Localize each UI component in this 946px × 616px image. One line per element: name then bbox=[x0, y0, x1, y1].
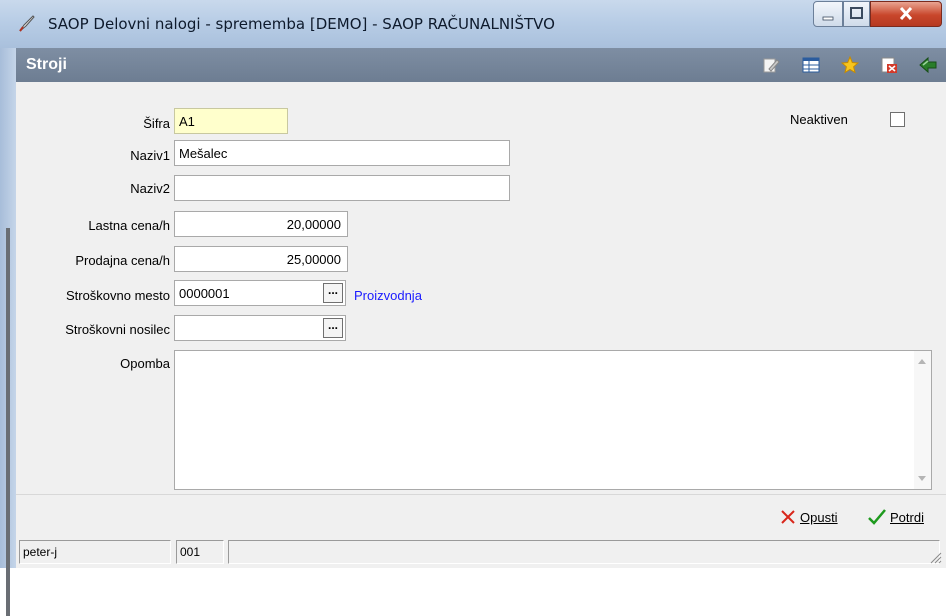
strosk-mesto-value: 0000001 bbox=[179, 286, 230, 301]
window-title: SAOP Delovni nalogi - sprememba [DEMO] -… bbox=[48, 15, 555, 33]
left-frame bbox=[0, 48, 16, 616]
strosk-nosilec-field[interactable]: ... bbox=[174, 315, 346, 341]
close-icon bbox=[899, 6, 913, 21]
minimize-icon bbox=[822, 16, 834, 21]
strosk-mesto-label: Stroškovno mesto bbox=[65, 288, 170, 303]
naziv1-field[interactable]: Mešalec bbox=[174, 140, 510, 166]
table-icon[interactable] bbox=[802, 56, 820, 74]
naziv2-label: Naziv2 bbox=[130, 181, 170, 196]
resize-grip-icon[interactable] bbox=[930, 552, 942, 564]
status-message bbox=[228, 540, 940, 564]
strosk-nosilec-browse-button[interactable]: ... bbox=[323, 318, 343, 338]
strosk-mesto-description: Proizvodnja bbox=[354, 288, 422, 303]
prodajna-cena-label: Prodajna cena/h bbox=[75, 253, 170, 268]
lastna-cena-label: Lastna cena/h bbox=[88, 218, 170, 233]
strosk-mesto-field[interactable]: 0000001 ... bbox=[174, 280, 346, 306]
quill-icon bbox=[19, 15, 35, 32]
naziv2-field[interactable] bbox=[174, 175, 510, 201]
confirm-button[interactable]: Potrdi bbox=[868, 509, 924, 525]
scroll-up-icon[interactable] bbox=[918, 359, 926, 364]
strosk-mesto-browse-button[interactable]: ... bbox=[323, 283, 343, 303]
star-icon[interactable] bbox=[841, 56, 859, 74]
minimize-button[interactable] bbox=[813, 1, 843, 27]
machine-form: Šifra A1 Neaktiven Naziv1 Mešalec Naziv2… bbox=[16, 82, 946, 494]
application-window: SAOP Delovni nalogi - sprememba [DEMO] -… bbox=[0, 0, 946, 616]
opomba-textarea[interactable] bbox=[174, 350, 932, 490]
scroll-down-icon[interactable] bbox=[918, 476, 926, 481]
cancel-label: Opusti bbox=[800, 509, 838, 525]
naziv1-label: Naziv1 bbox=[130, 148, 170, 163]
neaktiven-label: Neaktiven bbox=[790, 112, 848, 127]
frame-bar bbox=[6, 228, 10, 616]
lastna-cena-field[interactable]: 20,00000 bbox=[174, 211, 348, 237]
sifra-field[interactable]: A1 bbox=[174, 108, 288, 134]
close-button[interactable] bbox=[870, 1, 942, 27]
cancel-button[interactable]: Opusti bbox=[780, 509, 838, 525]
form-title: Stroji bbox=[26, 56, 67, 73]
action-bar: Opusti Potrdi bbox=[16, 494, 946, 539]
strosk-nosilec-label: Stroškovni nosilec bbox=[65, 322, 170, 337]
neaktiven-checkbox[interactable] bbox=[890, 112, 905, 127]
prodajna-cena-field[interactable]: 25,00000 bbox=[174, 246, 348, 272]
exit-icon[interactable] bbox=[918, 56, 938, 74]
maximize-button[interactable] bbox=[843, 1, 870, 27]
cancel-x-icon bbox=[781, 510, 795, 524]
checkmark-icon bbox=[868, 509, 886, 525]
title-bar[interactable]: SAOP Delovni nalogi - sprememba [DEMO] -… bbox=[0, 0, 946, 48]
opomba-scrollbar[interactable] bbox=[914, 351, 931, 489]
form-header: Stroji bbox=[16, 48, 946, 82]
sifra-label: Šifra bbox=[143, 116, 170, 131]
status-code: 001 bbox=[176, 540, 224, 564]
edit-icon[interactable] bbox=[762, 56, 780, 74]
status-bar: peter-j 001 bbox=[16, 538, 946, 568]
maximize-icon bbox=[850, 7, 863, 19]
delete-icon[interactable] bbox=[880, 56, 898, 74]
status-user: peter-j bbox=[19, 540, 171, 564]
confirm-label: Potrdi bbox=[890, 509, 924, 525]
opomba-label: Opomba bbox=[120, 356, 170, 371]
